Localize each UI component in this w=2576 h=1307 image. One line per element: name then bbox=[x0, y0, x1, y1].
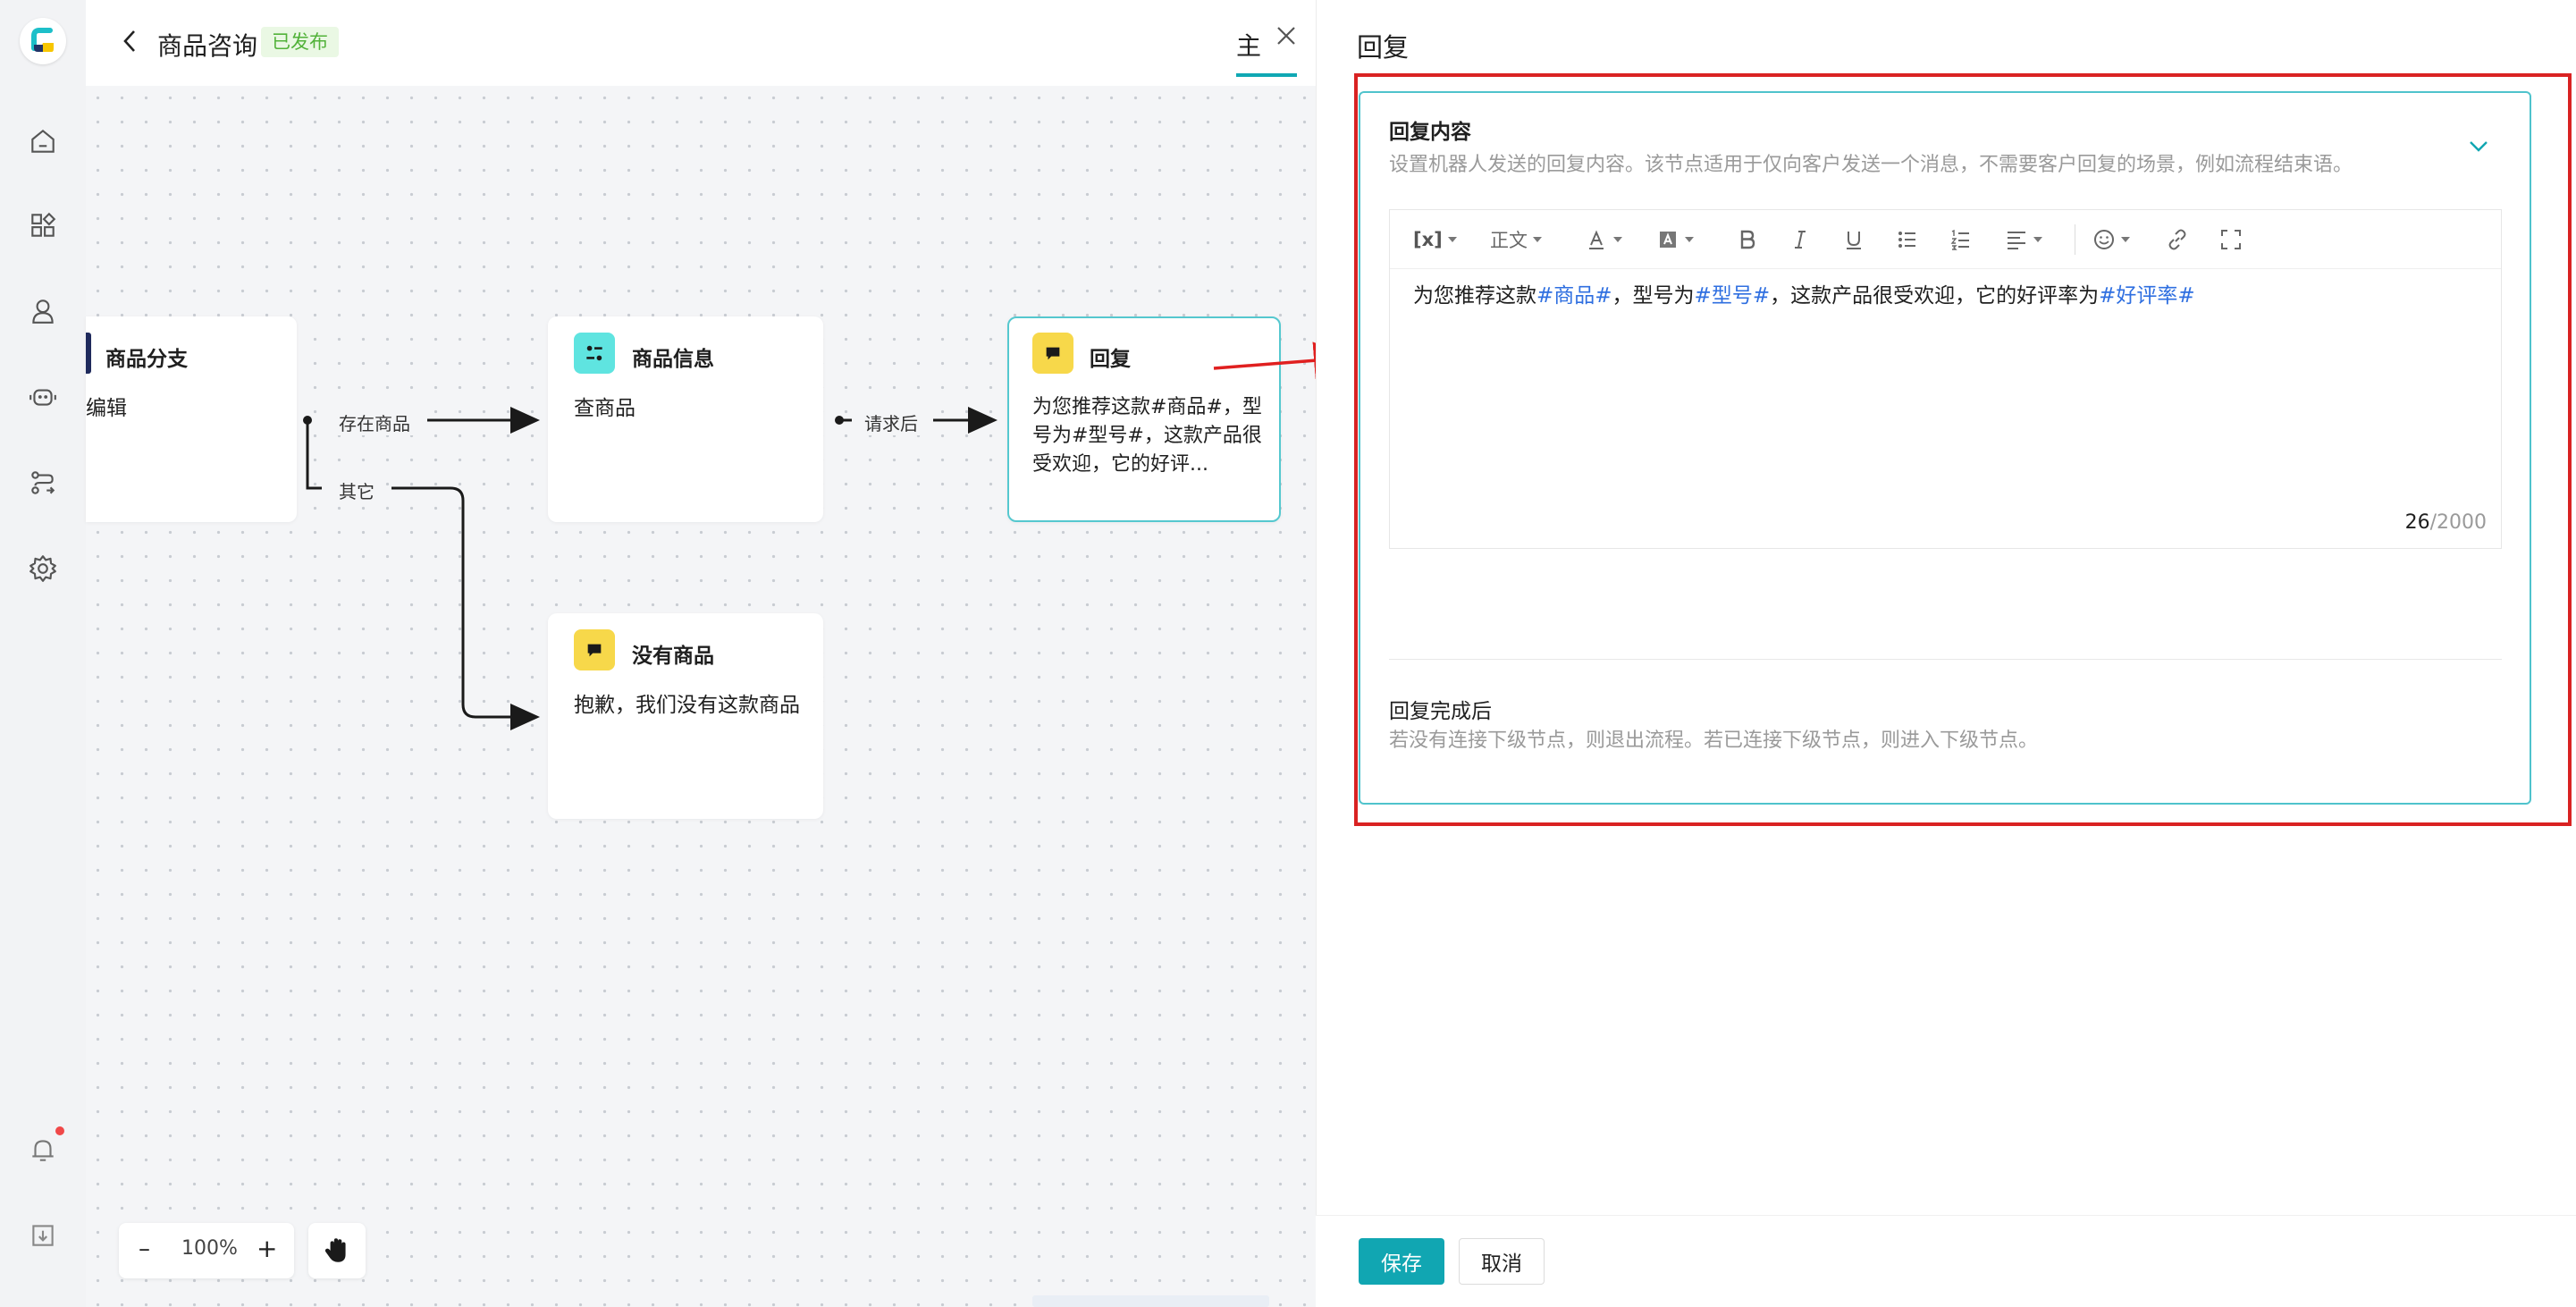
node-title: 回复 bbox=[1090, 348, 1131, 371]
panel-title: 回复 bbox=[1357, 32, 1410, 63]
node-title: 商品信息 bbox=[632, 348, 714, 371]
page-title: 商品咨询 bbox=[157, 31, 258, 61]
back-arrow-icon[interactable] bbox=[116, 27, 145, 55]
edge-label-after-request: 请求后 bbox=[861, 409, 922, 435]
robot-icon[interactable] bbox=[25, 379, 61, 415]
node-body: 编辑 bbox=[86, 397, 127, 420]
edge-label-exists: 存在商品 bbox=[335, 409, 414, 435]
canvas-scrollbar[interactable] bbox=[1032, 1295, 1269, 1307]
zoom-control: – 100% + bbox=[119, 1223, 294, 1278]
apps-icon[interactable] bbox=[25, 207, 61, 243]
save-button[interactable]: 保存 bbox=[1359, 1238, 1444, 1285]
bell-icon[interactable] bbox=[25, 1132, 61, 1168]
left-nav-rail bbox=[0, 0, 86, 1307]
gear-icon[interactable] bbox=[25, 551, 61, 586]
flow-icon[interactable] bbox=[25, 465, 61, 501]
node-product-info[interactable]: 商品信息 查商品 bbox=[548, 316, 823, 522]
tab-active-indicator bbox=[1236, 73, 1297, 77]
tab-main[interactable]: 主 bbox=[1236, 27, 1261, 63]
hand-icon bbox=[324, 1238, 346, 1262]
app-logo[interactable] bbox=[20, 18, 66, 64]
data-node-icon bbox=[574, 333, 615, 374]
message-node-icon bbox=[574, 629, 615, 670]
zoom-level: 100% bbox=[181, 1237, 238, 1260]
status-badge: 已发布 bbox=[261, 27, 339, 57]
home-icon[interactable] bbox=[25, 123, 61, 159]
user-icon[interactable] bbox=[25, 293, 61, 329]
close-icon[interactable] bbox=[1274, 23, 1299, 48]
download-icon[interactable] bbox=[25, 1218, 61, 1253]
edge-label-other: 其它 bbox=[335, 477, 378, 503]
cancel-button[interactable]: 取消 bbox=[1459, 1238, 1545, 1285]
node-title: 没有商品 bbox=[632, 645, 714, 668]
node-body: 抱歉，我们没有这款商品 bbox=[574, 694, 800, 717]
logo-icon bbox=[31, 28, 54, 52]
highlight-annotation-box bbox=[1354, 73, 2572, 826]
node-product-branch[interactable]: 商品分支 编辑 bbox=[86, 316, 297, 522]
message-node-icon bbox=[1032, 333, 1073, 374]
node-no-product[interactable]: 没有商品 抱歉，我们没有这款商品 bbox=[548, 613, 823, 819]
node-body: 查商品 bbox=[574, 397, 636, 420]
notification-dot bbox=[55, 1126, 64, 1135]
zoom-in-button[interactable]: + bbox=[257, 1234, 277, 1263]
node-title: 商品分支 bbox=[105, 348, 188, 371]
branch-indicator bbox=[86, 333, 91, 374]
zoom-out-button[interactable]: – bbox=[139, 1235, 150, 1262]
node-body: 为您推荐这款#商品#，型号为#型号#，这款产品很受欢迎，它的好评... bbox=[1032, 396, 1262, 476]
pan-tool-button[interactable] bbox=[308, 1223, 366, 1278]
